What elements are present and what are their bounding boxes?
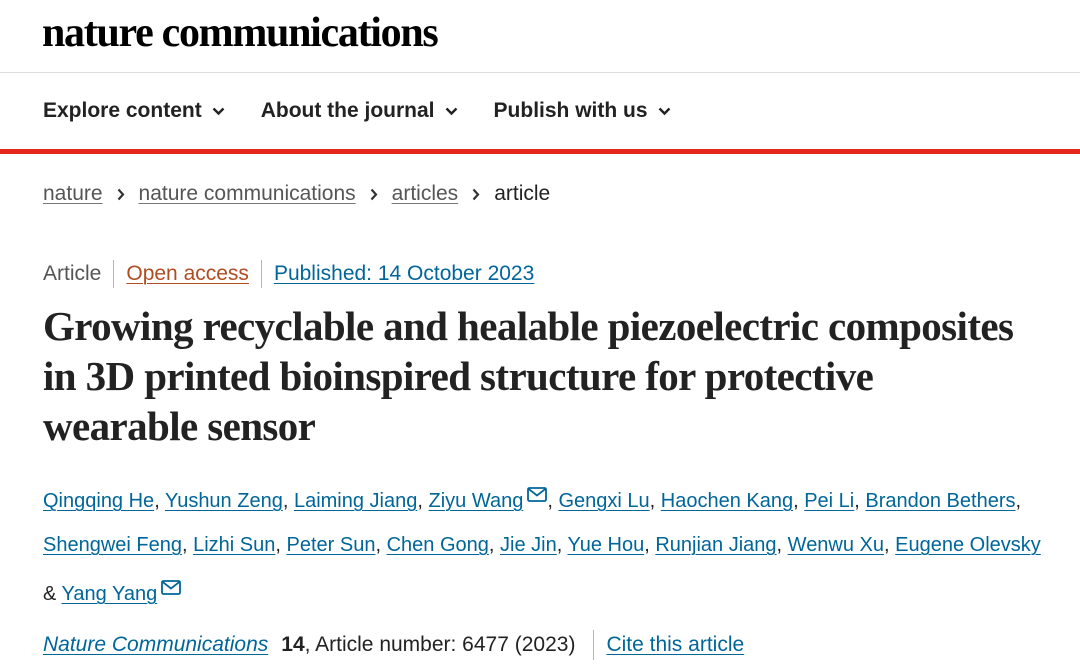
breadcrumb-nature[interactable]: nature bbox=[43, 182, 103, 206]
author-link[interactable]: Yang Yang bbox=[62, 583, 158, 605]
mail-icon[interactable] bbox=[161, 567, 182, 611]
nav-explore-content[interactable]: Explore content bbox=[43, 99, 225, 123]
author-list: Qingqing He, Yushun Zeng, Laiming Jiang,… bbox=[43, 474, 1043, 616]
chevron-down-icon bbox=[212, 107, 225, 116]
journal-link[interactable]: Nature Communications bbox=[43, 633, 268, 657]
author-link[interactable]: Eugene Olevsky bbox=[895, 534, 1041, 556]
author-link[interactable]: Gengxi Lu bbox=[558, 490, 649, 512]
article-meta: Article Open access Published: 14 Octobe… bbox=[43, 260, 534, 288]
chevron-down-icon bbox=[658, 107, 671, 116]
nav-item-label: Publish with us bbox=[493, 99, 648, 122]
meta-divider bbox=[260, 260, 262, 288]
author-link[interactable]: Chen Gong bbox=[387, 534, 489, 556]
author-link[interactable]: Pei Li bbox=[804, 490, 854, 512]
author-link[interactable]: Shengwei Feng bbox=[43, 534, 182, 556]
published-date-link[interactable]: Published: 14 October 2023 bbox=[274, 262, 534, 286]
article-number: , Article number: 6477 (2023) bbox=[304, 633, 576, 656]
open-access-link[interactable]: Open access bbox=[126, 262, 249, 286]
mail-icon[interactable] bbox=[527, 474, 548, 518]
cite-this-article-link[interactable]: Cite this article bbox=[606, 633, 744, 657]
author-link[interactable]: Laiming Jiang bbox=[294, 490, 417, 512]
author-conjunction: & bbox=[43, 583, 57, 605]
author-link[interactable]: Yue Hou bbox=[567, 534, 644, 556]
author-link[interactable]: Yushun Zeng bbox=[165, 490, 283, 512]
author-link[interactable]: Ziyu Wang bbox=[429, 490, 524, 512]
breadcrumb-nature-communications[interactable]: nature communications bbox=[139, 182, 356, 206]
author-link[interactable]: Brandon Bethers bbox=[865, 490, 1015, 512]
chevron-right-icon bbox=[117, 188, 125, 201]
breadcrumb-current: article bbox=[494, 182, 551, 205]
citation-divider bbox=[593, 630, 595, 660]
main-nav: Explore content About the journal Publis… bbox=[0, 73, 1080, 154]
meta-divider bbox=[113, 260, 115, 288]
masthead: nature communications bbox=[0, 0, 1080, 73]
author-link[interactable]: Lizhi Sun bbox=[193, 534, 275, 556]
chevron-right-icon bbox=[472, 188, 480, 201]
site-logo[interactable]: nature communications bbox=[42, 8, 439, 58]
author-link[interactable]: Wenwu Xu bbox=[788, 534, 884, 556]
author-link[interactable]: Peter Sun bbox=[287, 534, 376, 556]
volume-number: 14 bbox=[281, 633, 305, 656]
article-type: Article bbox=[43, 262, 102, 285]
chevron-down-icon bbox=[445, 107, 458, 116]
article-title: Growing recyclable and healable piezoele… bbox=[43, 303, 1014, 449]
author-link[interactable]: Jie Jin bbox=[500, 534, 557, 556]
author-link[interactable]: Haochen Kang bbox=[661, 490, 793, 512]
nav-item-label: About the journal bbox=[260, 99, 435, 122]
nav-item-label: Explore content bbox=[43, 99, 202, 122]
nav-publish-with-us[interactable]: Publish with us bbox=[494, 99, 671, 123]
chevron-right-icon bbox=[370, 188, 378, 201]
nav-about-the-journal[interactable]: About the journal bbox=[261, 99, 458, 123]
breadcrumb: nature nature communications articles ar… bbox=[43, 182, 550, 206]
breadcrumb-articles[interactable]: articles bbox=[392, 182, 459, 206]
author-link[interactable]: Qingqing He bbox=[43, 490, 154, 512]
citation-line: Nature Communications 14 , Article numbe… bbox=[43, 630, 744, 660]
author-link[interactable]: Runjian Jiang bbox=[655, 534, 776, 556]
